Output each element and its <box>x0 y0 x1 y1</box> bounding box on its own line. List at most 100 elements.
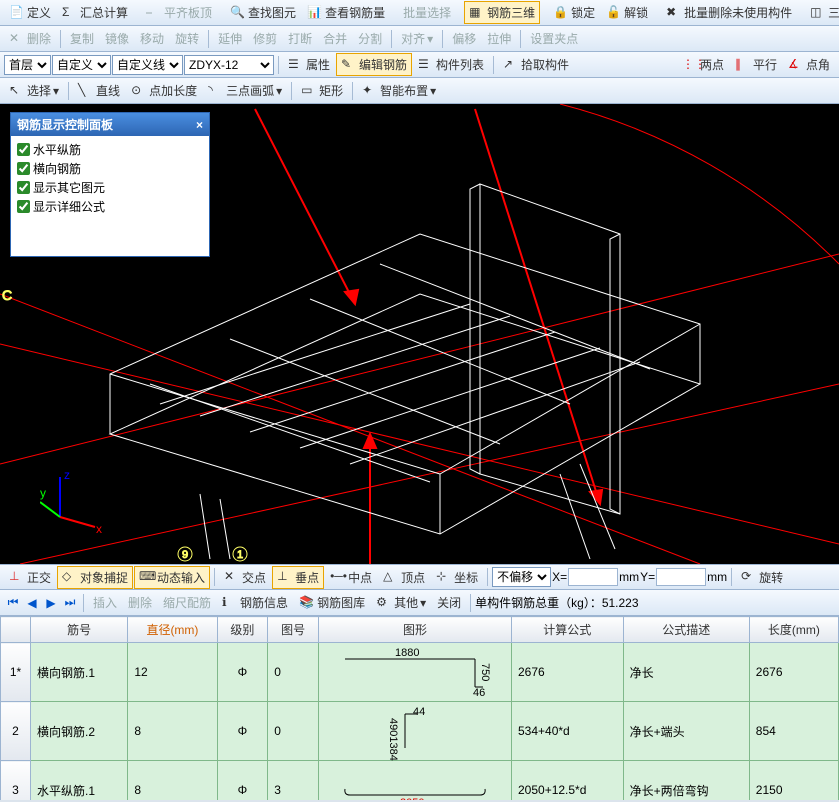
lib-icon: 📚 <box>299 595 315 611</box>
btn-rot[interactable]: ⟳旋转 <box>736 566 788 589</box>
btn-view3d[interactable]: ◫三维 ▾ <box>805 1 839 24</box>
sel-code[interactable]: ZDYX-12 <box>184 55 274 75</box>
rebar-table: 筋号 直径(mm) 级别 图号 图形 计算公式 公式描述 长度(mm) 1* 横… <box>0 616 839 800</box>
btn-rb-delete[interactable]: 删除 <box>123 591 157 614</box>
btn-attr[interactable]: ☰属性 <box>283 53 335 76</box>
btn-extend[interactable]: 延伸 <box>213 27 247 50</box>
btn-osnap[interactable]: ◇对象捕捉 <box>57 566 133 589</box>
btn-rebar-3d[interactable]: ▦钢筋三维 <box>464 1 540 24</box>
btn-apex[interactable]: △顶点 <box>378 566 430 589</box>
input-y[interactable] <box>656 568 706 586</box>
btn-copy[interactable]: 复制 <box>65 27 99 50</box>
btn-delete[interactable]: ✕删除 <box>4 27 56 50</box>
sel-custom[interactable]: 自定义 <box>52 55 111 75</box>
smart-icon: ✦ <box>362 83 378 99</box>
table-row[interactable]: 1* 横向钢筋.1 12 Φ 0 1880 750 46 2676 净长 267… <box>1 643 839 702</box>
btn-move[interactable]: 移动 <box>135 27 169 50</box>
btn-ptlen[interactable]: ⊙点加长度 <box>126 79 202 102</box>
btn-rb-close[interactable]: 关闭 <box>432 591 466 614</box>
sel-floor[interactable]: 首层 <box>4 55 51 75</box>
btn-sum[interactable]: Σ汇总计算 <box>57 1 133 24</box>
btn-pt-angle[interactable]: ∡点角 <box>783 53 835 76</box>
btn-mirror[interactable]: 镜像 <box>100 27 134 50</box>
btn-offset[interactable]: 偏移 <box>447 27 481 50</box>
btn-dyn[interactable]: ⌨动态输入 <box>134 566 210 589</box>
chk-h-long[interactable]: 水平纵筋 <box>17 140 203 159</box>
btn-lock[interactable]: 🔒锁定 <box>548 1 600 24</box>
th-shapeno[interactable]: 图号 <box>268 617 319 643</box>
th-desc[interactable]: 公式描述 <box>623 617 749 643</box>
chk-transverse[interactable]: 横向钢筋 <box>17 159 203 178</box>
btn-split[interactable]: 分割 <box>353 27 387 50</box>
nav-next[interactable]: ▶ <box>42 594 60 612</box>
table-row[interactable]: 3 水平纵筋.1 8 Φ 3 2050 2050+12.5*d 净长+两倍弯钩 … <box>1 761 839 801</box>
btn-rect[interactable]: ▭矩形 <box>296 79 348 102</box>
rot-icon: ⟳ <box>741 569 757 585</box>
table-row[interactable]: 2 横向钢筋.2 8 Φ 0 4901384 44 534+40*d 净长+端头… <box>1 702 839 761</box>
btn-rb-scale[interactable]: 缩尺配筋 <box>158 591 216 614</box>
btn-trim[interactable]: 修剪 <box>248 27 282 50</box>
th-length[interactable]: 长度(mm) <box>749 617 838 643</box>
define-icon: 📄 <box>9 5 25 21</box>
btn-comp-list[interactable]: ☰构件列表 <box>413 53 489 76</box>
ptlen-icon: ⊙ <box>131 83 147 99</box>
th-dia[interactable]: 直径(mm) <box>128 617 217 643</box>
btn-smart[interactable]: ✦智能布置 ▾ <box>357 79 441 102</box>
btn-merge[interactable]: 合并 <box>318 27 352 50</box>
btn-rb-info[interactable]: ℹ钢筋信息 <box>217 591 293 614</box>
rebar-table-wrap[interactable]: 筋号 直径(mm) 级别 图号 图形 计算公式 公式描述 长度(mm) 1* 横… <box>0 616 839 800</box>
input-x[interactable] <box>568 568 618 586</box>
btn-rb-other[interactable]: ⚙其他 ▾ <box>371 591 431 614</box>
toolbar-main: 📄定义 Σ汇总计算 ⎯平齐板顶 🔍查找图元 📊查看钢筋量 批量选择 ▦钢筋三维 … <box>0 0 839 26</box>
parallel-icon: ∥ <box>735 57 751 73</box>
panel-titlebar[interactable]: 钢筋显示控制面板 × <box>11 113 209 136</box>
btn-xpt[interactable]: ✕交点 <box>219 566 271 589</box>
ortho-icon: ⊥ <box>9 569 25 585</box>
btn-stretch[interactable]: 拉伸 <box>482 27 516 50</box>
nav-first[interactable]: ⏮ <box>4 594 22 612</box>
btn-arc3[interactable]: ◝三点画弧 ▾ <box>203 79 287 102</box>
btn-find[interactable]: 🔍查找图元 <box>225 1 301 24</box>
btn-grip[interactable]: 设置夹点 <box>525 27 583 50</box>
btn-perp[interactable]: ⊥垂点 <box>272 566 324 589</box>
btn-view-rebar[interactable]: 📊查看钢筋量 <box>302 1 390 24</box>
th-shape[interactable]: 图形 <box>319 617 512 643</box>
btn-rotate[interactable]: 旋转 <box>170 27 204 50</box>
btn-line[interactable]: ╲直线 <box>73 79 125 102</box>
chk-show-other[interactable]: 显示其它图元 <box>17 178 203 197</box>
cube-icon: ◫ <box>810 5 826 21</box>
btn-break[interactable]: 打断 <box>283 27 317 50</box>
btn-rb-lib[interactable]: 📚钢筋图库 <box>294 591 370 614</box>
btn-align-top[interactable]: ⎯平齐板顶 <box>141 1 217 24</box>
toolbar-draw: ↖选择 ▾ ╲直线 ⊙点加长度 ◝三点画弧 ▾ ▭矩形 ✦智能布置 ▾ <box>0 78 839 104</box>
btn-unlock[interactable]: 🔓解锁 <box>601 1 653 24</box>
sel-offset[interactable]: 不偏移 <box>492 567 551 587</box>
th-num[interactable]: 筋号 <box>31 617 128 643</box>
coord-icon: ⊹ <box>436 569 452 585</box>
btn-parallel[interactable]: ∥平行 <box>730 53 782 76</box>
lbl-x: X= <box>552 570 567 584</box>
nav-prev[interactable]: ◀ <box>23 594 41 612</box>
nav-last[interactable]: ⏭ <box>61 594 79 612</box>
btn-2pt[interactable]: ⋮⋮两点 <box>677 53 729 76</box>
btn-batch-del[interactable]: ✖批量删除未使用构件 <box>661 1 797 24</box>
th-grade[interactable]: 级别 <box>217 617 268 643</box>
btn-batch-sel[interactable]: 批量选择 <box>398 1 456 24</box>
btn-select[interactable]: ↖选择 ▾ <box>4 79 64 102</box>
rebar-display-panel[interactable]: 钢筋显示控制面板 × 水平纵筋 横向钢筋 显示其它图元 显示详细公式 <box>10 112 210 257</box>
btn-mid[interactable]: •─•中点 <box>325 566 377 589</box>
btn-edit-rebar[interactable]: ✎编辑钢筋 <box>336 53 412 76</box>
panel-close-icon[interactable]: × <box>196 118 203 132</box>
chk-show-formula[interactable]: 显示详细公式 <box>17 197 203 216</box>
btn-define[interactable]: 📄定义 <box>4 1 56 24</box>
btn-rb-insert[interactable]: 插入 <box>88 591 122 614</box>
viewport-3d[interactable]: 9 1 C z x y 钢筋显示控制面板 × 水平纵筋 横向钢筋 显示其它图元 … <box>0 104 839 564</box>
btn-coord[interactable]: ⊹坐标 <box>431 566 483 589</box>
sel-custom-line[interactable]: 自定义线 <box>112 55 183 75</box>
props-icon: ☰ <box>288 57 304 73</box>
th-formula[interactable]: 计算公式 <box>512 617 624 643</box>
btn-align[interactable]: 对齐 ▾ <box>396 27 438 50</box>
btn-pick[interactable]: ↗拾取构件 <box>498 53 574 76</box>
btn-ortho[interactable]: ⊥正交 <box>4 566 56 589</box>
3d-icon: ▦ <box>469 5 485 21</box>
